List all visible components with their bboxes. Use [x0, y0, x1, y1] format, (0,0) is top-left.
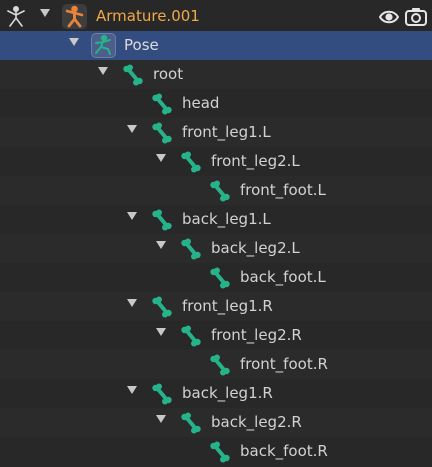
outliner-row-pose[interactable]: Pose: [0, 31, 432, 60]
bone-icon: [151, 93, 173, 115]
expand-arrow-icon[interactable]: [127, 125, 137, 133]
bone-row[interactable]: front_leg1.R: [0, 292, 432, 321]
bone-row[interactable]: head: [0, 89, 432, 118]
bone-row[interactable]: front_leg2.L: [0, 147, 432, 176]
bone-icon: [180, 412, 202, 434]
bone-row[interactable]: back_foot.L: [0, 263, 432, 292]
bone-icon: [180, 238, 202, 260]
bone-row[interactable]: back_foot.R: [0, 437, 432, 466]
bone-icon: [151, 296, 173, 318]
bone-row[interactable]: front_leg1.L: [0, 118, 432, 147]
armature-label: Armature.001: [96, 7, 200, 25]
expand-arrow-icon[interactable]: [127, 386, 137, 394]
bone-icon: [209, 180, 231, 202]
bone-icon: [180, 151, 202, 173]
pose-label: Pose: [124, 36, 159, 54]
bone-icon: [122, 64, 144, 86]
outliner-panel: Armature.001 Pose root head front_leg1.L…: [0, 0, 432, 466]
bone-icon: [151, 383, 173, 405]
bone-row[interactable]: front_leg2.R: [0, 321, 432, 350]
bone-icon: [209, 267, 231, 289]
bone-label: back_leg1.R: [182, 384, 273, 402]
bone-label: back_leg2.L: [211, 239, 300, 257]
armature-data-icon: [5, 5, 27, 27]
expand-arrow-icon[interactable]: [156, 415, 166, 423]
bone-row[interactable]: back_leg2.R: [0, 408, 432, 437]
bone-label: front_leg2.L: [211, 152, 300, 170]
bone-label: back_leg1.L: [182, 210, 271, 228]
camera-icon[interactable]: [405, 7, 427, 27]
pose-icon: [91, 33, 116, 58]
bone-icon: [151, 122, 173, 144]
bone-label: front_foot.L: [240, 181, 326, 199]
bone-label: head: [182, 94, 220, 112]
armature-object-icon: [62, 4, 87, 29]
expand-arrow-icon[interactable]: [98, 67, 108, 75]
bone-label: back_foot.L: [240, 268, 326, 286]
expand-arrow-icon[interactable]: [156, 241, 166, 249]
expand-arrow-icon[interactable]: [127, 212, 137, 220]
bone-label: front_leg1.L: [182, 123, 271, 141]
bone-label: back_leg2.R: [211, 413, 302, 431]
bone-label: front_leg2.R: [211, 326, 302, 344]
bone-row[interactable]: back_leg2.L: [0, 234, 432, 263]
bone-icon: [151, 209, 173, 231]
bone-row[interactable]: front_foot.L: [0, 176, 432, 205]
outliner-row-armature[interactable]: Armature.001: [0, 2, 432, 31]
expand-arrow-icon[interactable]: [156, 154, 166, 162]
bone-row[interactable]: back_leg1.L: [0, 205, 432, 234]
bone-row[interactable]: root: [0, 60, 432, 89]
eye-icon[interactable]: [378, 7, 400, 27]
bone-row[interactable]: back_leg1.R: [0, 379, 432, 408]
expand-arrow-icon[interactable]: [156, 328, 166, 336]
bone-label: root: [153, 65, 184, 83]
expand-armature-arrow-icon[interactable]: [40, 9, 50, 17]
bone-label: front_foot.R: [240, 355, 328, 373]
bone-label: front_leg1.R: [182, 297, 273, 315]
expand-arrow-icon[interactable]: [127, 299, 137, 307]
bone-icon: [180, 325, 202, 347]
bone-label: back_foot.R: [240, 442, 328, 460]
bone-icon: [209, 354, 231, 376]
bone-icon: [209, 441, 231, 463]
bone-row[interactable]: front_foot.R: [0, 350, 432, 379]
expand-pose-arrow-icon[interactable]: [69, 38, 79, 46]
